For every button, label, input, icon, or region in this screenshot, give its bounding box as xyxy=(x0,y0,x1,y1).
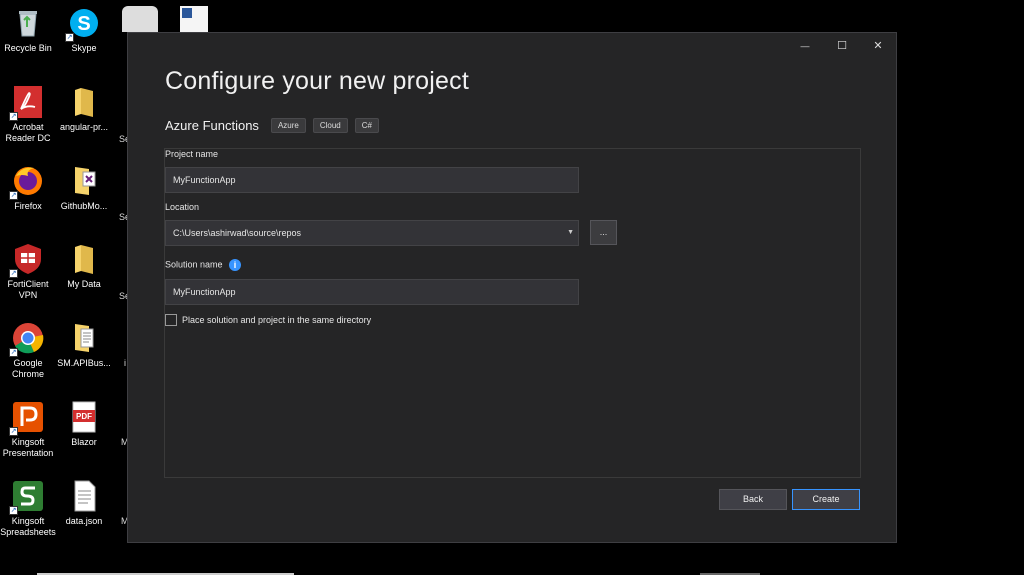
solution-name-label: Solution name xyxy=(165,259,223,270)
folder-icon xyxy=(67,242,101,276)
svg-text:S: S xyxy=(77,13,90,35)
partial-desktop-icon-top xyxy=(122,6,158,32)
minimize-button[interactable]: — xyxy=(794,39,816,53)
acrobat-icon: ↗ xyxy=(9,85,45,121)
desktop-icon-kingsoft-presentation[interactable]: ↗ Kingsoft Presentation xyxy=(0,400,56,459)
skype-icon: S ↗ xyxy=(65,6,101,42)
solution-name-label-row: Solution name i xyxy=(165,259,242,271)
shortcut-arrow-icon: ↗ xyxy=(9,427,18,436)
info-icon[interactable]: i xyxy=(229,259,242,271)
desktop-icon-recycle-bin[interactable]: Recycle Bin xyxy=(0,6,56,54)
location-value: C:\Users\ashirwad\source\repos xyxy=(173,228,302,238)
shortcut-arrow-icon: ↗ xyxy=(65,33,74,42)
form-panel xyxy=(164,148,861,478)
kingsoft-spreadsheets-icon: ↗ xyxy=(9,479,45,515)
shortcut-arrow-icon: ↗ xyxy=(9,112,18,121)
location-dropdown[interactable]: C:\Users\ashirwad\source\repos ▼ xyxy=(165,220,579,246)
desktop-icon-smapibus[interactable]: SM.APIBus... xyxy=(56,321,112,369)
configure-project-dialog: — ☐ ✕ Configure your new project Azure F… xyxy=(127,32,897,543)
folder-icon xyxy=(67,85,101,119)
back-button[interactable]: Back xyxy=(719,489,787,510)
maximize-button[interactable]: ☐ xyxy=(831,39,853,53)
recycle-bin-icon xyxy=(11,6,45,40)
template-info: Azure Functions Azure Cloud C# xyxy=(165,118,386,133)
desktop-icon-firefox[interactable]: ↗ Firefox xyxy=(0,164,56,212)
chrome-icon: ↗ xyxy=(9,321,45,357)
project-name-label: Project name xyxy=(165,149,219,159)
firefox-icon: ↗ xyxy=(9,164,45,200)
visual-studio-file-icon xyxy=(67,164,101,198)
desktop-icon-githubmo[interactable]: GithubMo... xyxy=(56,164,112,212)
same-directory-label[interactable]: Place solution and project in the same d… xyxy=(182,315,371,325)
desktop-icon-kingsoft-spreadsheets[interactable]: ↗ Kingsoft Spreadsheets xyxy=(0,479,56,538)
shortcut-arrow-icon: ↗ xyxy=(9,506,18,515)
solution-name-input[interactable]: MyFunctionApp xyxy=(165,279,579,305)
close-button[interactable]: ✕ xyxy=(867,39,889,53)
shortcut-arrow-icon: ↗ xyxy=(9,191,18,200)
create-button[interactable]: Create xyxy=(792,489,860,510)
browse-location-button[interactable]: ... xyxy=(590,220,617,245)
desktop-icon-data-json[interactable]: data.json xyxy=(56,479,112,527)
desktop-icon-angular-folder[interactable]: angular-pr... xyxy=(56,85,112,133)
desktop-icon-acrobat[interactable]: ↗ Acrobat Reader DC xyxy=(0,85,56,144)
kingsoft-presentation-icon: ↗ xyxy=(9,400,45,436)
same-directory-checkbox[interactable] xyxy=(165,314,177,326)
file-icon xyxy=(67,479,101,513)
desktop-icon-blazor[interactable]: PDF Blazor xyxy=(56,400,112,448)
shortcut-arrow-icon: ↗ xyxy=(9,348,18,357)
page-title: Configure your new project xyxy=(165,67,469,95)
tag-azure: Azure xyxy=(270,118,306,133)
shortcut-arrow-icon: ↗ xyxy=(9,269,18,278)
partial-label: i xyxy=(124,358,126,368)
partial-desktop-icon-word xyxy=(180,6,208,32)
project-name-input[interactable]: MyFunctionApp xyxy=(165,167,579,193)
tag-csharp: C# xyxy=(354,118,379,133)
pdf-icon: PDF xyxy=(67,400,101,434)
chevron-down-icon[interactable]: ▼ xyxy=(567,221,574,245)
location-label: Location xyxy=(165,202,200,212)
desktop-icon-forticlient[interactable]: ↗ FortiClient VPN xyxy=(0,242,56,301)
desktop-icon-skype[interactable]: S ↗ Skype xyxy=(56,6,112,54)
tag-cloud: Cloud xyxy=(312,118,348,133)
pdf-badge-text: PDF xyxy=(76,412,92,421)
template-name: Azure Functions xyxy=(165,118,259,133)
forticlient-icon: ↗ xyxy=(9,242,45,278)
desktop-icon-chrome[interactable]: ↗ Google Chrome xyxy=(0,321,56,380)
desktop-icon-my-data[interactable]: My Data xyxy=(56,242,112,290)
file-icon xyxy=(67,321,101,355)
